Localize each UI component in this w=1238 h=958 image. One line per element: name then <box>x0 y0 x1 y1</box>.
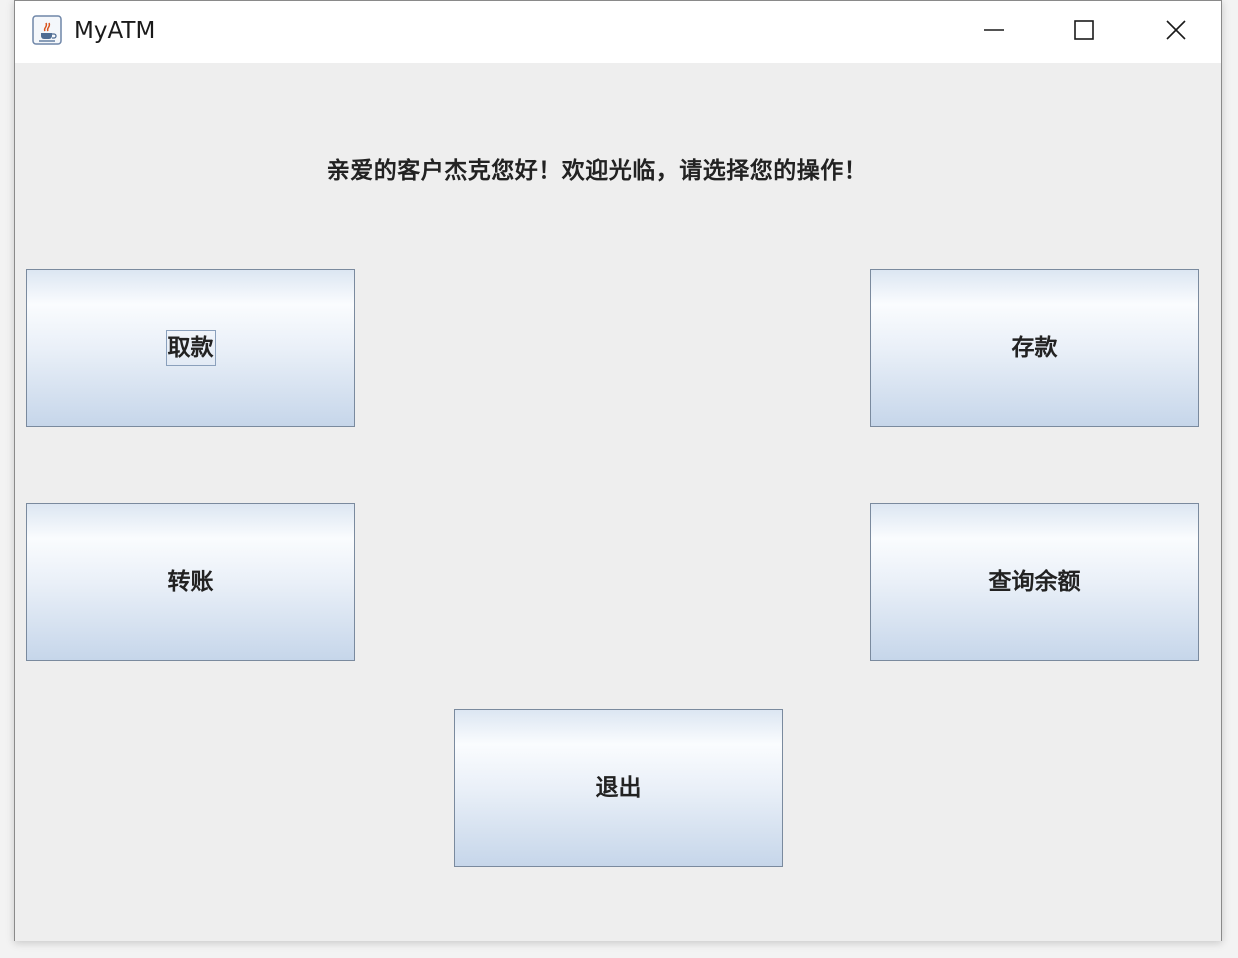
transfer-button[interactable]: 转账 <box>26 503 355 661</box>
client-area: 亲爱的客户杰克您好！欢迎光临，请选择您的操作！ 取款 存款 转账 查询余额 退出 <box>15 63 1221 941</box>
check-balance-button-label: 查询余额 <box>988 569 1081 595</box>
welcome-message: 亲爱的客户杰克您好！欢迎光临，请选择您的操作！ <box>326 158 868 184</box>
atm-window: MyATM 亲爱的客户杰克您好！欢迎光临，请选择您的操作！ 取款 存款 转账 查… <box>14 0 1222 941</box>
exit-button-label: 退出 <box>595 775 642 801</box>
close-icon <box>1165 19 1187 45</box>
title-bar[interactable]: MyATM <box>15 1 1221 63</box>
deposit-button[interactable]: 存款 <box>870 269 1199 427</box>
deposit-button-label: 存款 <box>1011 335 1058 361</box>
maximize-button[interactable] <box>1061 9 1107 55</box>
check-balance-button[interactable]: 查询余额 <box>870 503 1199 661</box>
window-title: MyATM <box>74 18 156 44</box>
java-coffee-cup-icon <box>32 15 62 45</box>
minimize-button[interactable] <box>971 9 1017 55</box>
maximize-icon <box>1073 19 1095 45</box>
withdraw-button[interactable]: 取款 <box>26 269 355 427</box>
exit-button[interactable]: 退出 <box>454 709 783 867</box>
withdraw-button-label: 取款 <box>165 330 216 366</box>
close-button[interactable] <box>1153 9 1199 55</box>
minimize-icon <box>983 19 1005 45</box>
transfer-button-label: 转账 <box>167 569 214 595</box>
